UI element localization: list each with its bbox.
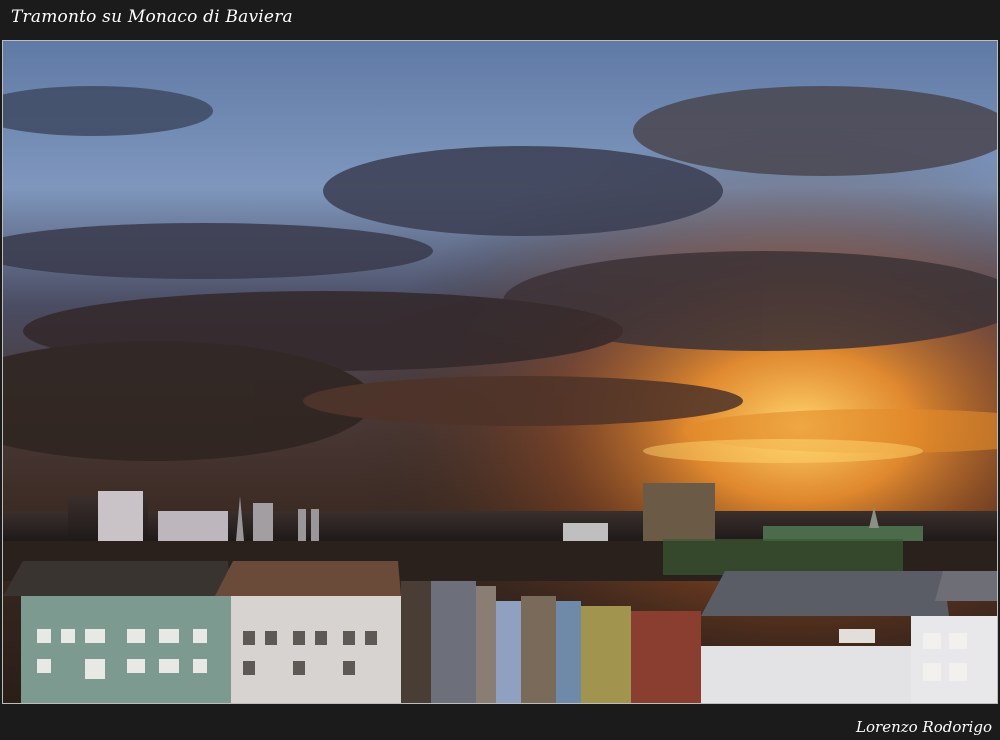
sunset-photo — [2, 40, 998, 704]
photo-author: Lorenzo Rodorigo — [856, 718, 992, 736]
photo-title: Tramonto su Monaco di Baviera — [11, 7, 293, 27]
